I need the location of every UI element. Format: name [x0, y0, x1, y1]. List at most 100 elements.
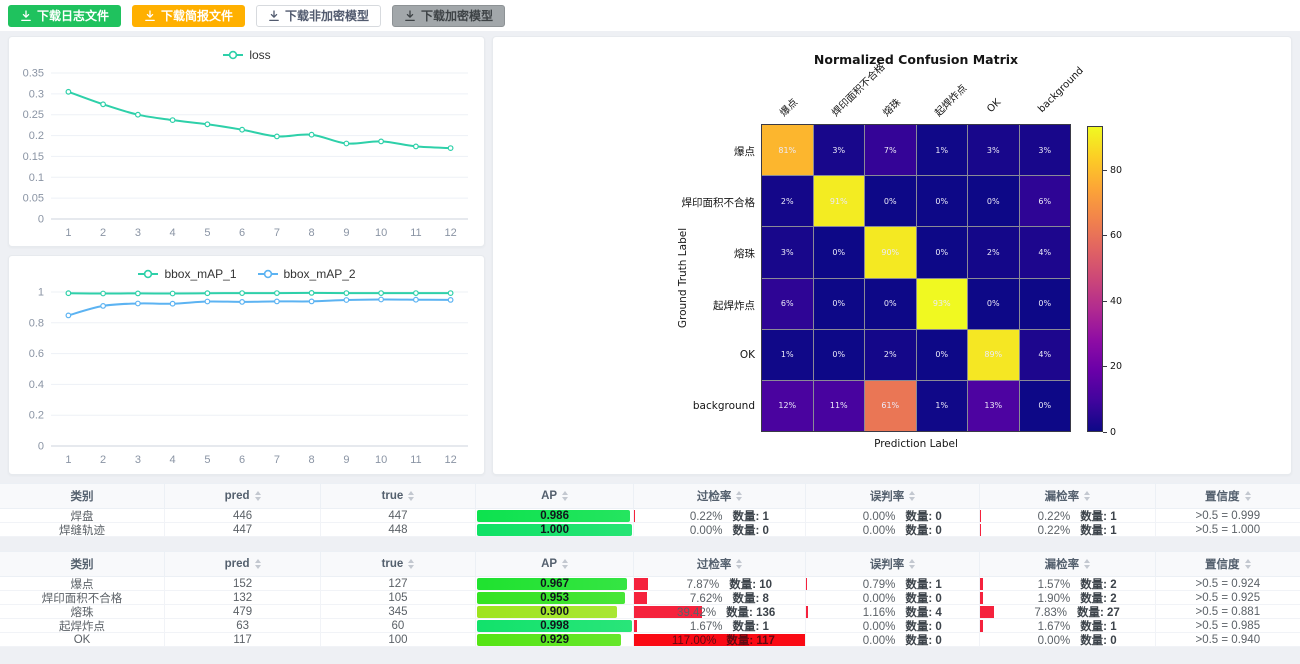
rate-count: 数量: 0: [732, 523, 768, 536]
rate-count: 数量: 0: [905, 523, 941, 536]
cm-cell-焊印面积不合格-起焊炸点: 0%: [917, 176, 968, 226]
missdetect-cell: 0.22%数量: 1: [980, 509, 1156, 522]
confusion-matrix-title: Normalized Confusion Matrix: [761, 52, 1071, 67]
svg-text:1: 1: [38, 287, 44, 299]
sort-desc-icon: [909, 497, 915, 501]
misjudge-cell: 0.00%数量: 0: [806, 619, 980, 632]
rate-count: 数量: 0: [1080, 633, 1116, 646]
column-header-置信度[interactable]: 置信度: [1156, 552, 1300, 576]
cm-cell-焊印面积不合格-爆点: 2%: [762, 176, 813, 226]
table-row: 起焊炸点63600.9981.67%数量: 10.00%数量: 01.67%数量…: [0, 619, 1300, 633]
column-header-label: 漏检率: [1045, 556, 1080, 572]
svg-text:3: 3: [135, 227, 141, 239]
sort-asc-icon: [1245, 491, 1251, 495]
column-header-pred[interactable]: pred: [165, 484, 321, 508]
misjudge-cell: 0.00%数量: 0: [806, 633, 980, 646]
cm-row-label: 起焊炸点: [553, 298, 755, 313]
column-header-置信度[interactable]: 置信度: [1156, 484, 1300, 508]
legend-item-loss[interactable]: loss: [222, 48, 270, 62]
column-header-AP[interactable]: AP: [476, 484, 635, 508]
svg-text:11: 11: [410, 454, 421, 466]
download-log-button[interactable]: 下载日志文件: [8, 5, 121, 27]
confidence-cell: >0.5 = 0.999: [1156, 509, 1300, 522]
sort-caret-icon[interactable]: [408, 559, 414, 569]
cm-cell-OK-熔珠: 2%: [865, 330, 916, 380]
sort-caret-icon[interactable]: [562, 491, 568, 501]
rate-text: 1.90%数量: 2: [1018, 591, 1116, 604]
download-encrypted-model-button[interactable]: 下载加密模型: [392, 5, 505, 27]
misjudge-cell: 0.00%数量: 0: [806, 509, 980, 522]
column-header-漏检率[interactable]: 漏检率: [980, 484, 1156, 508]
rate-percent: 7.83%: [1015, 607, 1067, 619]
cm-cell-熔珠-OK: 2%: [968, 227, 1019, 277]
download-report-button[interactable]: 下载简报文件: [132, 5, 245, 27]
sort-caret-icon[interactable]: [1084, 559, 1090, 569]
svg-text:0: 0: [38, 441, 44, 453]
sort-caret-icon[interactable]: [736, 559, 742, 569]
true-cell: 60: [321, 619, 476, 632]
sort-caret-icon[interactable]: [1245, 559, 1251, 569]
legend-item-bbox_mAP_1[interactable]: bbox_mAP_1: [137, 267, 236, 281]
sort-asc-icon: [255, 559, 261, 563]
download-plain-model-button[interactable]: 下载非加密模型: [256, 5, 381, 27]
rate-percent: 0.00%: [843, 621, 895, 633]
sort-caret-icon[interactable]: [1084, 491, 1090, 501]
column-header-误判率[interactable]: 误判率: [806, 484, 980, 508]
loss-chart-legend: loss: [9, 37, 484, 63]
sort-caret-icon[interactable]: [255, 491, 261, 501]
column-header-AP[interactable]: AP: [476, 552, 635, 576]
sort-asc-icon: [736, 559, 742, 563]
rate-count: 数量: 1: [732, 509, 768, 522]
column-header-label: AP: [541, 558, 557, 570]
rate-percent: 39.42%: [664, 607, 716, 619]
rate-text: 7.83%数量: 27: [1015, 605, 1120, 618]
sort-asc-icon: [1245, 559, 1251, 563]
missdetect-cell: 1.67%数量: 1: [980, 619, 1156, 632]
loss-line-chart: 00.050.10.150.20.250.30.3512345678910111…: [9, 63, 484, 248]
ap-cell: 0.998: [476, 619, 635, 632]
rate-text: 7.87%数量: 10: [667, 577, 772, 590]
legend-item-bbox_mAP_2[interactable]: bbox_mAP_2: [257, 267, 356, 281]
rate-count: 数量: 136: [726, 605, 775, 618]
svg-text:2: 2: [100, 454, 106, 466]
column-header-true[interactable]: true: [321, 552, 476, 576]
column-header-漏检率[interactable]: 漏检率: [980, 552, 1156, 576]
rate-percent: 0.00%: [843, 511, 895, 523]
cm-cell-起焊炸点-background: 0%: [1020, 279, 1071, 329]
sort-caret-icon[interactable]: [1245, 491, 1251, 501]
column-header-过检率[interactable]: 过检率: [634, 484, 806, 508]
sort-asc-icon: [408, 491, 414, 495]
rate-bar: [980, 606, 994, 618]
misjudge-cell: 0.79%数量: 1: [806, 577, 980, 590]
overdetect-cell: 0.00%数量: 0: [634, 523, 806, 536]
sort-caret-icon[interactable]: [562, 559, 568, 569]
cm-cell-熔珠-爆点: 3%: [762, 227, 813, 277]
cm-cell-焊印面积不合格-OK: 0%: [968, 176, 1019, 226]
ap-cell: 0.953: [476, 591, 635, 604]
sort-desc-icon: [255, 497, 261, 501]
sort-caret-icon[interactable]: [255, 559, 261, 569]
sort-caret-icon[interactable]: [408, 491, 414, 501]
column-header-pred[interactable]: pred: [165, 552, 321, 576]
column-header-label: 误判率: [870, 488, 905, 504]
confidence-cell: >0.5 = 0.924: [1156, 577, 1300, 590]
sort-caret-icon[interactable]: [909, 491, 915, 501]
column-header-过检率[interactable]: 过检率: [634, 552, 806, 576]
rate-count: 数量: 1: [1080, 509, 1116, 522]
sort-asc-icon: [1084, 559, 1090, 563]
legend-marker-icon: [222, 50, 244, 60]
category-cell: 爆点: [0, 577, 165, 590]
svg-text:3: 3: [135, 454, 141, 466]
column-header-label: AP: [541, 490, 557, 502]
column-header-误判率[interactable]: 误判率: [806, 552, 980, 576]
rate-percent: 0.00%: [843, 525, 895, 537]
column-header-true[interactable]: true: [321, 484, 476, 508]
table-row: OK1171000.929117.00%数量: 1170.00%数量: 00.0…: [0, 633, 1300, 647]
sort-caret-icon[interactable]: [736, 491, 742, 501]
sort-caret-icon[interactable]: [909, 559, 915, 569]
column-header-label: true: [382, 558, 404, 570]
cm-row-label: 熔珠: [553, 246, 755, 261]
table-header-row: 类别predtrueAP过检率误判率漏检率置信度: [0, 551, 1300, 577]
svg-text:0.05: 0.05: [23, 193, 44, 205]
cm-cell-爆点-background: 3%: [1020, 125, 1071, 175]
